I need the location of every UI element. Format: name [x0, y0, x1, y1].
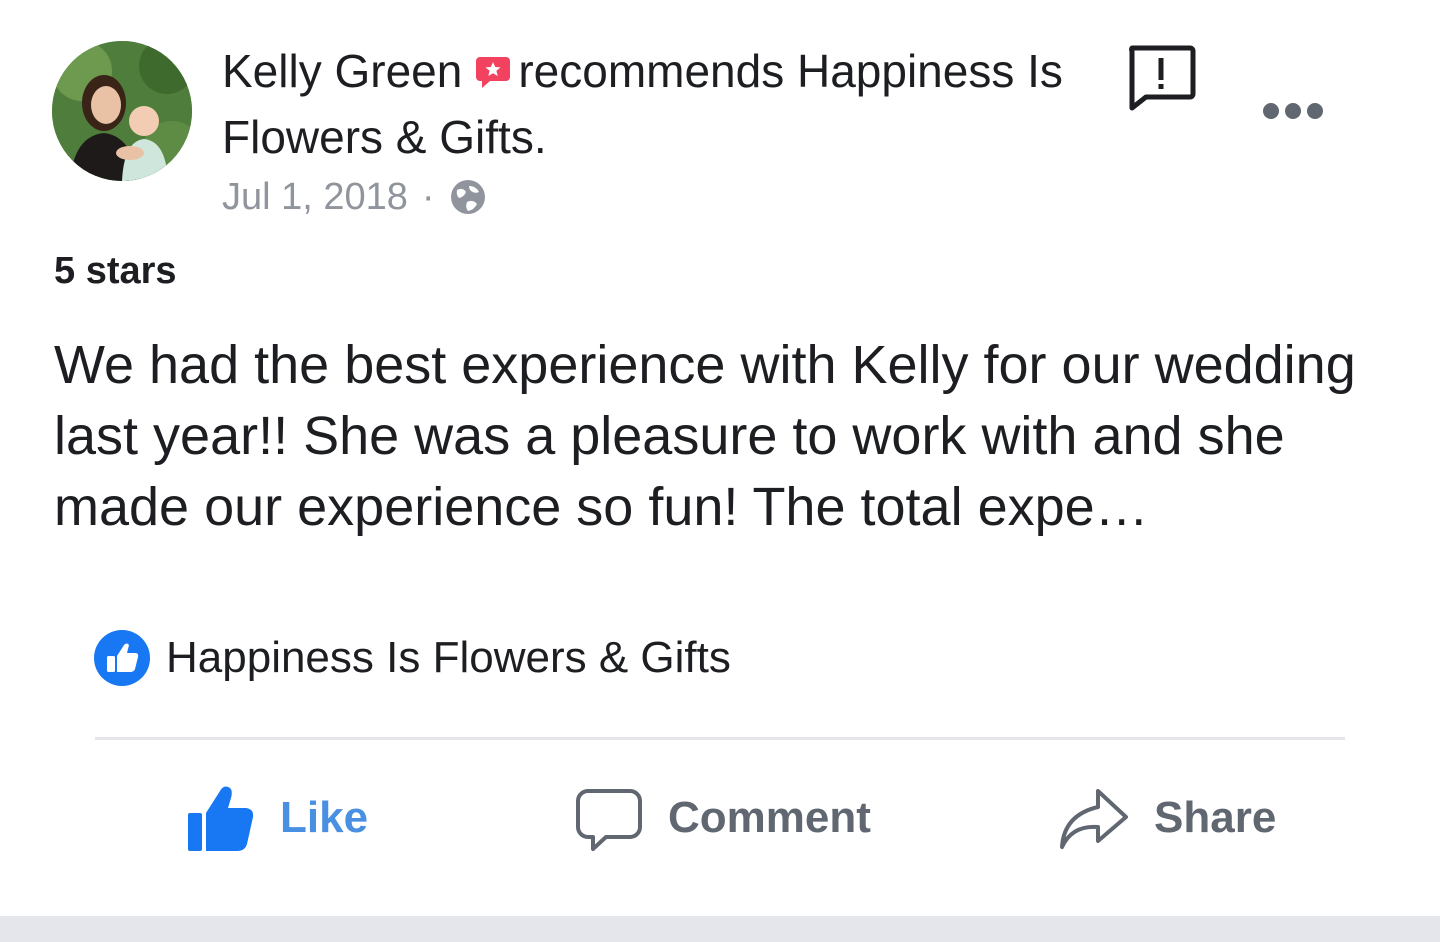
page-like-badge-icon	[94, 630, 150, 686]
post-date[interactable]: Jul 1, 2018	[222, 172, 408, 222]
more-options-icon[interactable]	[1262, 100, 1324, 122]
share-arrow-icon	[1060, 789, 1128, 849]
share-button[interactable]: Share	[1058, 780, 1276, 856]
post-meta: Jul 1, 2018 ·	[222, 172, 487, 222]
comment-icon	[576, 789, 642, 851]
post-header: Kelly Green recommends Happiness Is Flowe…	[222, 40, 1102, 168]
share-label: Share	[1154, 793, 1277, 842]
rating-text: 5 stars	[54, 250, 177, 292]
recommended-page-link[interactable]: Happiness Is Flowers & Gifts	[94, 630, 731, 686]
avatar-photo	[52, 41, 192, 181]
report-icon[interactable]	[1126, 44, 1196, 112]
recommendation-badge-icon	[474, 44, 512, 106]
globe-icon	[449, 178, 487, 216]
thumbs-up-icon	[188, 786, 254, 851]
feed-separator	[0, 916, 1440, 942]
like-label: Like	[280, 793, 369, 842]
comment-button[interactable]: Comment	[574, 780, 871, 856]
like-button[interactable]: Like	[186, 780, 368, 856]
meta-separator: ·	[421, 176, 435, 218]
author-name[interactable]: Kelly Green	[222, 45, 462, 97]
review-text[interactable]: We had the best experience with Kelly fo…	[54, 330, 1394, 543]
author-avatar[interactable]	[52, 41, 192, 181]
recommended-page-name: Happiness Is Flowers & Gifts	[166, 633, 731, 682]
action-divider	[95, 737, 1345, 740]
comment-label: Comment	[668, 793, 871, 842]
